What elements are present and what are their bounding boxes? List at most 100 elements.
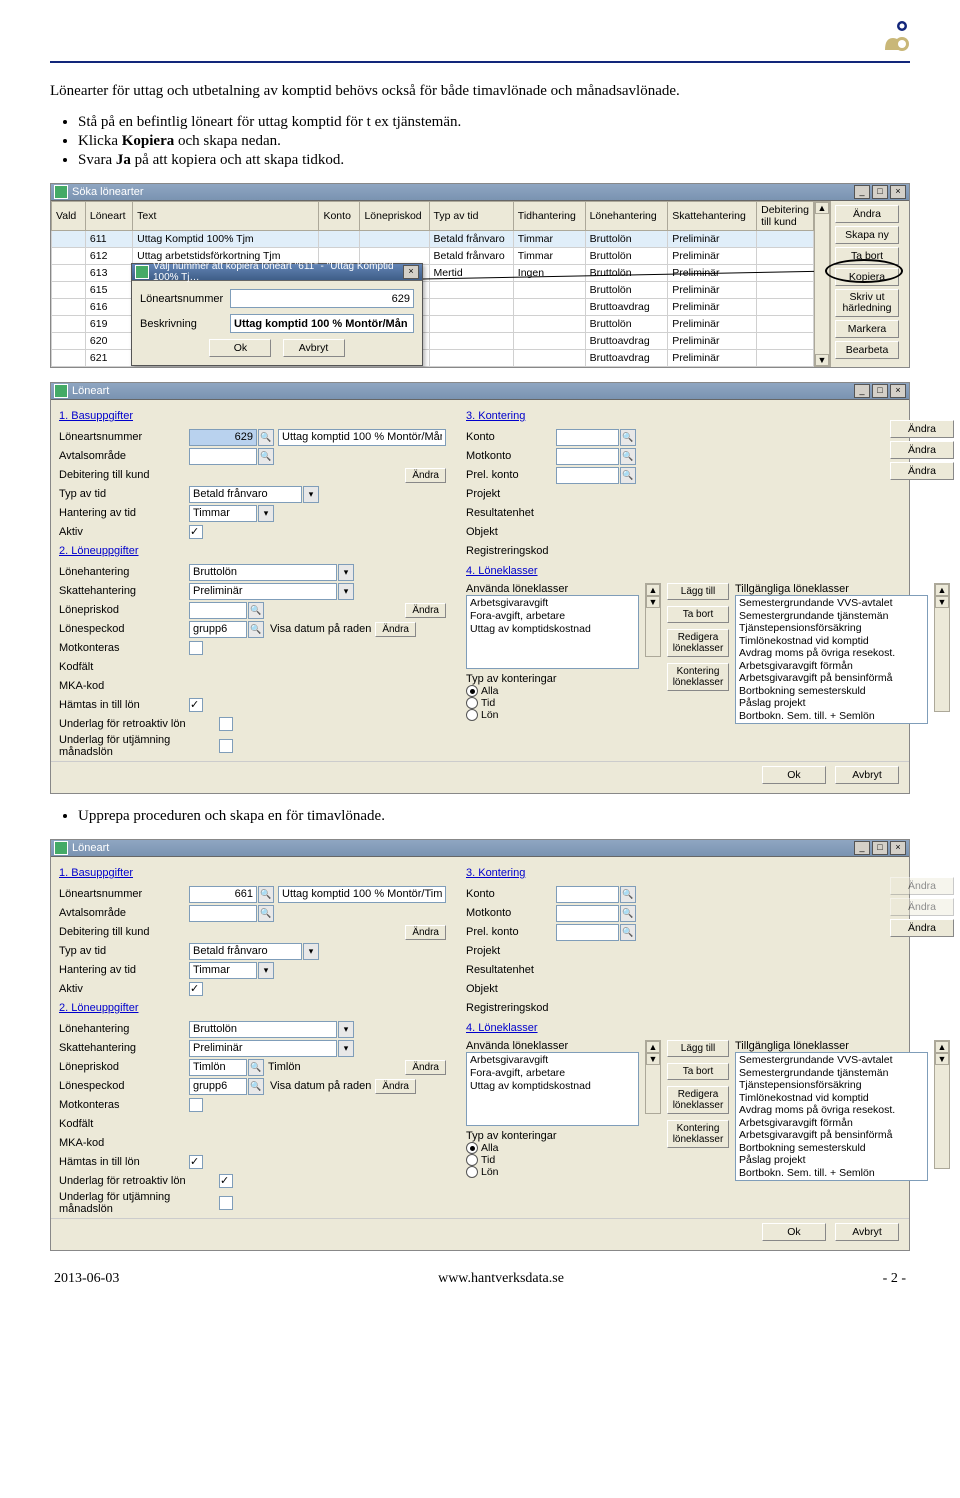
- list-item[interactable]: Timlönekostnad vid komptid: [739, 1092, 924, 1105]
- section-link[interactable]: 1. Basuppgifter: [59, 867, 446, 879]
- col-header[interactable]: Löneart: [85, 202, 132, 231]
- section-link[interactable]: 3. Kontering: [466, 410, 884, 422]
- radio-tid[interactable]: [466, 697, 478, 709]
- section-link[interactable]: 4. Löneklasser: [466, 565, 950, 577]
- chevron-down-icon[interactable]: ▾: [338, 564, 354, 581]
- kontering-button[interactable]: Kontering löneklasser: [667, 1120, 729, 1148]
- search-icon[interactable]: 🔍: [248, 1078, 264, 1095]
- col-header[interactable]: Lönehantering: [585, 202, 668, 231]
- chevron-down-icon[interactable]: ▾: [258, 962, 274, 979]
- col-header[interactable]: Lönepriskod: [360, 202, 429, 231]
- loneartsnummer-input[interactable]: [230, 289, 414, 308]
- aktiv-checkbox[interactable]: [189, 982, 203, 996]
- motkonteras-checkbox[interactable]: [189, 1098, 203, 1112]
- andra-button[interactable]: Ändra: [890, 441, 954, 459]
- andra-button[interactable]: Ändra: [890, 919, 954, 937]
- andra-button[interactable]: Ändra: [405, 468, 446, 483]
- lonepriskod-input[interactable]: [189, 1059, 247, 1076]
- list-item[interactable]: Semestergrundande tjänstemän: [739, 610, 924, 623]
- search-icon[interactable]: 🔍: [620, 467, 636, 484]
- redigera-button[interactable]: Redigera löneklasser: [667, 629, 729, 657]
- maximize-icon[interactable]: □: [872, 841, 888, 855]
- list-item[interactable]: Timlönekostnad komp x 1,5: [739, 722, 924, 724]
- kopiera-button[interactable]: Kopiera: [835, 268, 899, 286]
- kontering-button[interactable]: Kontering löneklasser: [667, 663, 729, 691]
- typ-select[interactable]: [189, 486, 302, 503]
- section-link[interactable]: 3. Kontering: [466, 867, 884, 879]
- list-item[interactable]: Timlönekostnad komp x 1,5: [739, 1179, 924, 1181]
- table-row[interactable]: 611Uttag Komptid 100% TjmBetald frånvaro…: [52, 231, 814, 248]
- aktiv-checkbox[interactable]: [189, 525, 203, 539]
- ok-button[interactable]: Ok: [762, 1223, 826, 1241]
- hamtas-checkbox[interactable]: [189, 698, 203, 712]
- list-item[interactable]: Arbetsgivaravgift: [470, 1054, 635, 1067]
- minimize-icon[interactable]: _: [854, 841, 870, 855]
- list-item[interactable]: Fora-avgift, arbetare: [470, 1067, 635, 1080]
- andra-button[interactable]: Ändra: [405, 925, 446, 940]
- section-link[interactable]: 2. Löneuppgifter: [59, 1002, 446, 1014]
- list-item[interactable]: Arbetsgivaravgift förmån: [739, 1117, 924, 1130]
- lonehantering-select[interactable]: [189, 564, 337, 581]
- list-item[interactable]: Avdrag moms på övriga resekost.: [739, 1104, 924, 1117]
- typ-select[interactable]: [189, 943, 302, 960]
- chevron-down-icon[interactable]: ▾: [338, 1021, 354, 1038]
- list-item[interactable]: Tjänstepensionsförsäkring: [739, 622, 924, 635]
- list-item[interactable]: Semestergrundande VVS-avtalet: [739, 1054, 924, 1067]
- bearbeta-button[interactable]: Bearbeta: [835, 341, 899, 359]
- andra-button[interactable]: Ändra: [375, 1079, 416, 1094]
- retro-checkbox[interactable]: [219, 1174, 233, 1188]
- ändra-button[interactable]: Ändra: [835, 205, 899, 223]
- chevron-down-icon[interactable]: ▾: [338, 1040, 354, 1057]
- konto-input[interactable]: [556, 886, 619, 903]
- list-item[interactable]: Bortbokn. Sem. till. + Semlön: [739, 1167, 924, 1180]
- close-icon[interactable]: ×: [890, 185, 906, 199]
- list-item[interactable]: Timlönekostnad vid komptid: [739, 635, 924, 648]
- close-icon[interactable]: ×: [403, 265, 419, 279]
- search-icon[interactable]: 🔍: [620, 429, 636, 446]
- section-link[interactable]: 2. Löneuppgifter: [59, 545, 446, 557]
- motkonto-input[interactable]: [556, 905, 619, 922]
- markera-button[interactable]: Markera: [835, 320, 899, 338]
- list-item[interactable]: Arbetsgivaravgift på bensinförmå: [739, 672, 924, 685]
- available-classes-listbox[interactable]: Semestergrundande VVS-avtaletSemestergru…: [735, 1052, 928, 1181]
- col-header[interactable]: Konto: [319, 202, 360, 231]
- list-item[interactable]: Tjänstepensionsförsäkring: [739, 1079, 924, 1092]
- search-icon[interactable]: 🔍: [258, 886, 274, 903]
- prelkonto-input[interactable]: [556, 924, 619, 941]
- used-classes-listbox[interactable]: ArbetsgivaravgiftFora-avgift, arbetareUt…: [466, 1052, 639, 1126]
- ok-button[interactable]: Ok: [209, 339, 271, 357]
- search-icon[interactable]: 🔍: [258, 448, 274, 465]
- col-header[interactable]: Tidhantering: [513, 202, 585, 231]
- andra-button[interactable]: Ändra: [890, 462, 954, 480]
- col-header[interactable]: Typ av tid: [429, 202, 513, 231]
- motkonteras-checkbox[interactable]: [189, 641, 203, 655]
- lagg-till-button[interactable]: Lägg till: [667, 583, 729, 600]
- chevron-down-icon[interactable]: ▾: [258, 505, 274, 522]
- available-classes-listbox[interactable]: Semestergrundande VVS-avtaletSemestergru…: [735, 595, 928, 724]
- desc-input[interactable]: [278, 886, 446, 903]
- lagg-till-button[interactable]: Lägg till: [667, 1040, 729, 1057]
- ok-button[interactable]: Ok: [762, 766, 826, 784]
- list-item[interactable]: Semestergrundande VVS-avtalet: [739, 597, 924, 610]
- list-item[interactable]: Arbetsgivaravgift på bensinförmå: [739, 1129, 924, 1142]
- list-item[interactable]: Bortbokning semesterskuld: [739, 1142, 924, 1155]
- search-icon[interactable]: 🔍: [620, 448, 636, 465]
- avtal-input[interactable]: [189, 448, 257, 465]
- list-item[interactable]: Uttag av komptidskostnad: [470, 623, 635, 636]
- andra-button[interactable]: Ändra: [890, 420, 954, 438]
- lonespeckod-input[interactable]: [189, 1078, 247, 1095]
- search-icon[interactable]: 🔍: [258, 429, 274, 446]
- close-icon[interactable]: ×: [890, 841, 906, 855]
- list-item[interactable]: Arbetsgivaravgift förmån: [739, 660, 924, 673]
- list-item[interactable]: Semestergrundande tjänstemän: [739, 1067, 924, 1080]
- skattehantering-select[interactable]: [189, 583, 337, 600]
- ta-bort-button[interactable]: Ta bort: [835, 247, 899, 265]
- hantering-select[interactable]: [189, 505, 257, 522]
- loneartsnummer-input[interactable]: [189, 886, 257, 903]
- konto-input[interactable]: [556, 429, 619, 446]
- lonepriskod-input[interactable]: [189, 602, 247, 619]
- search-icon[interactable]: 🔍: [620, 886, 636, 903]
- radio-alla[interactable]: [466, 685, 478, 697]
- avtal-input[interactable]: [189, 905, 257, 922]
- andra-button[interactable]: Ändra: [405, 603, 446, 618]
